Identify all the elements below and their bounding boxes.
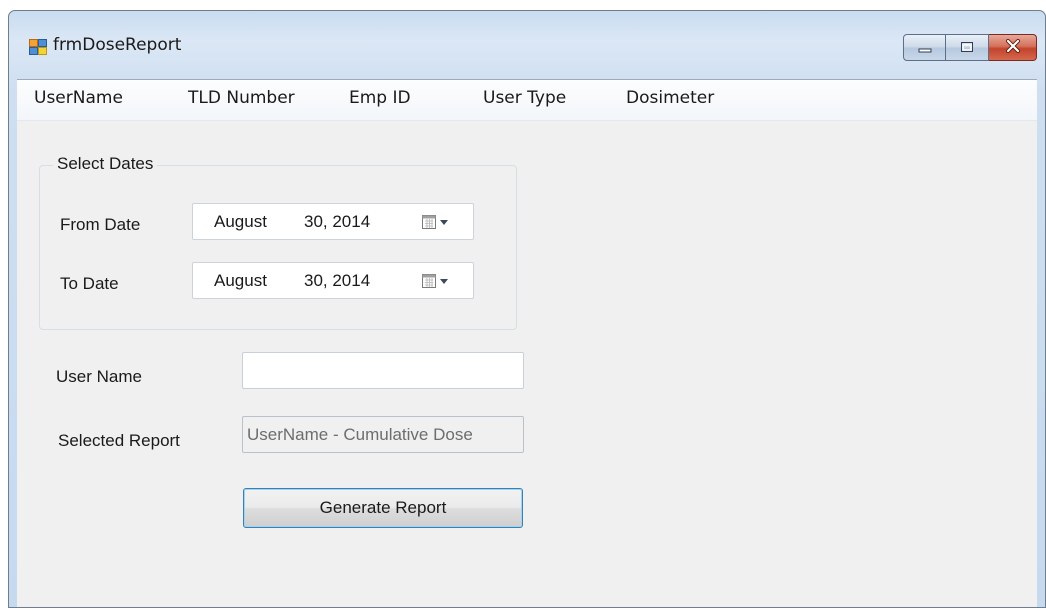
menu-item-dosimeter[interactable]: Dosimeter [626, 88, 714, 108]
from-date-day-year[interactable]: 30, 2014 [304, 212, 370, 232]
selected-report-label: Selected Report [58, 431, 180, 450]
to-date-month[interactable]: August [214, 271, 267, 291]
menu-item-username[interactable]: UserName [34, 88, 123, 108]
calendar-dropdown-icon[interactable] [421, 273, 455, 289]
menu-item-emp-id[interactable]: Emp ID [349, 88, 411, 108]
client-area: UserName TLD Number Emp ID User Type Dos… [17, 79, 1037, 607]
window-title: frmDoseReport [53, 35, 182, 55]
calendar-dropdown-icon[interactable] [421, 214, 455, 230]
caption-buttons [903, 34, 1037, 61]
menu-item-user-type[interactable]: User Type [483, 88, 566, 108]
to-date-picker[interactable]: August 30, 2014 [192, 262, 474, 299]
selected-report-value[interactable]: UserName - Cumulative Dose [247, 425, 473, 445]
title-bar[interactable]: frmDoseReport [9, 11, 1045, 79]
from-date-month[interactable]: August [214, 212, 267, 232]
select-dates-legend: Select Dates [53, 154, 158, 174]
menu-item-tld-number[interactable]: TLD Number [188, 88, 295, 108]
user-name-input[interactable] [242, 352, 524, 389]
close-button[interactable] [989, 34, 1037, 61]
maximize-icon [960, 38, 974, 57]
to-date-label: To Date [60, 274, 119, 293]
minimize-icon [918, 38, 932, 57]
generate-report-button[interactable]: Generate Report [243, 488, 523, 528]
from-date-label: From Date [60, 215, 141, 234]
select-dates-groupbox [39, 165, 517, 330]
from-date-picker[interactable]: August 30, 2014 [192, 203, 474, 240]
windows-form-icon [29, 39, 47, 55]
user-name-label: User Name [56, 367, 142, 386]
app-window: frmDoseReport UserName TLD Number Emp ID… [8, 10, 1046, 608]
to-date-day-year[interactable]: 30, 2014 [304, 271, 370, 291]
menu-bar: UserName TLD Number Emp ID User Type Dos… [17, 80, 1037, 121]
close-icon [1005, 38, 1021, 57]
selected-report-field[interactable]: UserName - Cumulative Dose [242, 416, 524, 453]
maximize-button[interactable] [946, 34, 989, 61]
minimize-button[interactable] [903, 34, 946, 61]
